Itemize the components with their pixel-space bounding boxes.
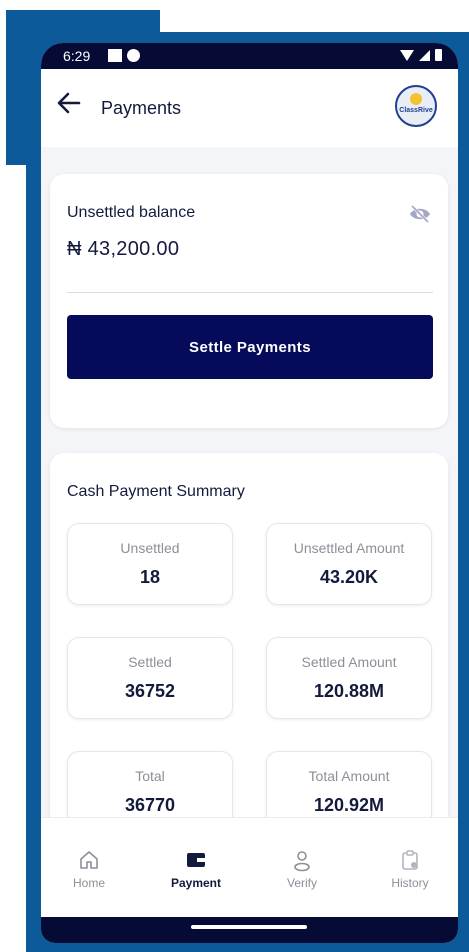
system-navigation-bar [41, 917, 458, 943]
back-arrow-icon[interactable] [55, 89, 83, 117]
signal-icon [419, 49, 430, 61]
nav-history-label: History [391, 876, 429, 890]
eye-off-icon[interactable] [408, 204, 432, 224]
bottom-navigation: Home Payment Verify History [41, 817, 458, 918]
stat-card-unsettled: Unsettled 18 [67, 523, 233, 605]
status-icons [400, 49, 442, 61]
stat-value: 120.92M [313, 795, 385, 815]
divider [67, 292, 433, 293]
stat-card-settled-amount: Settled Amount 120.88M [266, 637, 432, 719]
person-icon [294, 851, 310, 872]
nav-verify[interactable]: Verify [267, 848, 337, 890]
clipboard-icon [402, 850, 418, 870]
stat-value: 36752 [124, 681, 176, 701]
page-title: Payments [101, 98, 182, 118]
nav-payment-label: Payment [170, 876, 222, 890]
wifi-icon [400, 49, 414, 61]
nav-home-label: Home [72, 876, 105, 890]
settle-payments-button[interactable]: Settle Payments [67, 315, 433, 379]
balance-label: Unsettled balance [67, 204, 196, 221]
stat-value: 18 [139, 567, 161, 587]
stat-value: 36770 [124, 795, 176, 815]
nav-home[interactable]: Home [54, 848, 124, 890]
logo-text: ClassRive [399, 107, 433, 114]
notification-square-icon [108, 49, 122, 62]
balance-amount: ₦ 43,200.00 [67, 238, 180, 260]
background-white-top-right [160, 0, 469, 32]
wallet-icon [187, 853, 205, 867]
stat-label: Total Amount [308, 768, 390, 784]
nav-payment[interactable]: Payment [161, 848, 231, 890]
stat-card-settled: Settled 36752 [67, 637, 233, 719]
stat-label: Settled Amount [301, 654, 397, 670]
balance-card: Unsettled balance ₦ 43,200.00 Settle Pay… [50, 174, 448, 428]
notification-dot-icon [127, 49, 140, 62]
status-time: 6:29 [63, 48, 91, 64]
nav-verify-label: Verify [286, 876, 317, 890]
summary-title: Cash Payment Summary [67, 483, 245, 500]
home-icon [80, 851, 98, 869]
school-logo[interactable]: ClassRive [395, 85, 437, 127]
battery-icon [435, 49, 442, 61]
stat-label: Total [135, 768, 165, 784]
app-bar: Payments ClassRive [41, 69, 458, 147]
home-indicator[interactable] [191, 925, 307, 929]
logo-sun-icon [410, 93, 422, 105]
phone-screen: 6:29 Payments ClassRive Unsettled balanc… [41, 43, 458, 943]
status-bar: 6:29 [41, 43, 458, 69]
nav-history[interactable]: History [375, 848, 445, 890]
stat-card-unsettled-amount: Unsettled Amount 43.20K [266, 523, 432, 605]
stat-value: 120.88M [313, 681, 385, 701]
stat-label: Unsettled [120, 540, 180, 556]
stat-label: Settled [128, 654, 172, 670]
stat-value: 43.20K [319, 567, 379, 587]
stat-label: Unsettled Amount [293, 540, 405, 556]
